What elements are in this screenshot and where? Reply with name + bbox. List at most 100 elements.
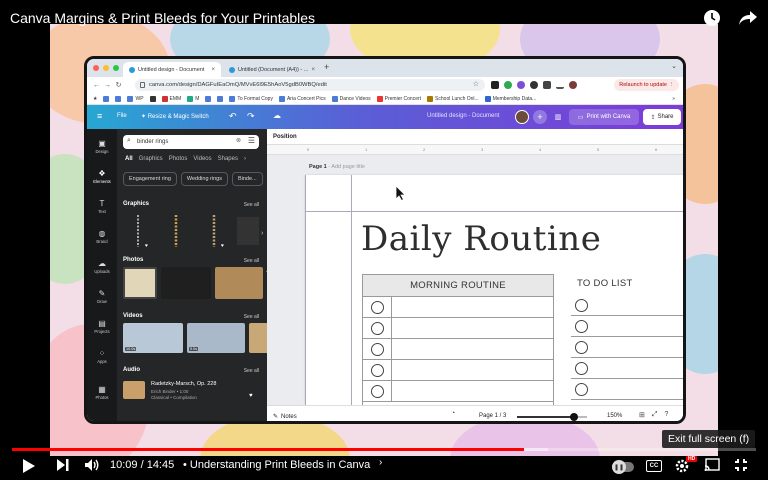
chip-engagement-ring[interactable]: Engagement ring <box>123 172 177 186</box>
relaunch-to-update-button[interactable]: Relaunch to update ⋮ <box>614 79 679 91</box>
rail-item-uploads[interactable]: ☁ Uploads <box>87 259 117 274</box>
binder-ring-graphic[interactable]: ♥ <box>199 213 229 249</box>
binder-ring-graphic[interactable]: ♥ <box>123 213 153 249</box>
youtube-player[interactable]: Canva Margins & Print Bleeds for Your Pr… <box>0 0 768 480</box>
photos-see-all-link[interactable]: See all <box>244 258 259 264</box>
chip-wedding-rings[interactable]: Wedding rings <box>180 172 228 186</box>
url-field[interactable]: canva.com/design/DAGFuIEaOmQ/MVvE6l9E5hA… <box>135 79 485 91</box>
bookmark[interactable] <box>205 95 212 102</box>
invite-plus-button[interactable]: + <box>533 110 547 124</box>
chapter-chevron-icon[interactable]: › <box>379 457 382 468</box>
exit-fullscreen-icon[interactable] <box>734 458 748 472</box>
photo-thumbnail[interactable] <box>161 267 211 299</box>
bookmark-star-icon[interactable]: ☆ <box>473 80 479 88</box>
resize-magic-switch-button[interactable]: ✦ Resize & Magic Switch <box>141 113 209 120</box>
design-title[interactable]: Untitled design - Document <box>427 113 499 119</box>
back-icon[interactable]: ← <box>91 82 102 89</box>
zoom-slider[interactable] <box>517 413 587 421</box>
morning-routine-table[interactable]: MORNING ROUTINE <box>362 274 554 414</box>
more-bookmarks-icon[interactable]: » <box>672 96 675 102</box>
autoplay-toggle[interactable]: ❚❚ <box>612 460 634 474</box>
bookmark[interactable]: School Lunch Onl... <box>427 95 479 102</box>
bookmark[interactable]: Dance Videos <box>331 95 371 102</box>
undo-icon[interactable]: ↶ <box>229 111 237 122</box>
zoom-level[interactable]: 150% <box>607 413 622 419</box>
watch-later-icon[interactable] <box>702 9 722 27</box>
photo-thumbnail[interactable] <box>215 267 263 299</box>
rail-item-photos[interactable]: ▦ Photos <box>87 385 117 400</box>
browser-tab[interactable]: Untitled (Document (A4)) - ... × <box>223 62 321 77</box>
new-tab-button[interactable]: + <box>324 62 329 72</box>
menu-icon[interactable]: ≡ <box>97 111 102 121</box>
rail-item-projects[interactable]: ▤ Projects <box>87 319 117 334</box>
reload-icon[interactable]: ↻ <box>113 81 124 89</box>
tab-all[interactable]: All <box>125 156 133 162</box>
print-with-canva-button[interactable]: ▭ Print with Canva <box>569 109 639 125</box>
redo-icon[interactable]: ↷ <box>247 111 255 122</box>
extension-icon[interactable] <box>504 81 512 89</box>
filter-icon[interactable]: ☰ <box>248 136 255 145</box>
audio-see-all-link[interactable]: See all <box>244 368 259 374</box>
zoom-slider-handle[interactable] <box>570 413 579 421</box>
bookmark[interactable]: Aria Concert Pics <box>278 95 326 102</box>
timer-icon[interactable]: ◔ <box>451 410 455 417</box>
browser-tab[interactable]: Untitled design - Document × <box>123 62 221 77</box>
chapter-title[interactable]: • Understanding Print Bleeds in Canva <box>183 459 370 471</box>
video-thumbnail[interactable] <box>249 323 267 353</box>
extension-icon[interactable] <box>491 81 499 89</box>
binder-ring-graphic[interactable]: › <box>237 213 267 249</box>
bookmark[interactable]: Membership Data... <box>484 95 536 102</box>
grid-view-icon[interactable]: ⊞ <box>639 411 645 419</box>
elements-search-input[interactable]: ⌕ binder rings ⊗ ☰ <box>123 135 259 149</box>
audio-title[interactable]: Radetzky-Marsch, Op. 228 <box>151 381 216 387</box>
rail-item-design[interactable]: ▣ Design <box>87 139 117 154</box>
page-label[interactable]: Page 1 - Add page title <box>309 164 365 170</box>
bookmark[interactable] <box>149 95 156 102</box>
bookmark[interactable]: Premier Concert <box>376 95 421 102</box>
profile-avatar[interactable] <box>569 81 577 89</box>
audio-thumbnail[interactable] <box>123 381 145 399</box>
page-count[interactable]: Page 1 / 3 <box>479 413 506 419</box>
clear-search-icon[interactable]: ⊗ <box>236 137 241 144</box>
fullscreen-icon[interactable]: ⤢ <box>652 411 658 419</box>
bookmark[interactable] <box>103 95 110 102</box>
insights-icon[interactable]: ▥ <box>551 110 565 124</box>
design-page[interactable]: Daily Routine MORNING ROUTINE TO DO LIST <box>305 175 683 414</box>
cloud-saved-icon[interactable]: ☁ <box>273 111 281 120</box>
binder-ring-graphic[interactable] <box>161 213 191 249</box>
chip-binder[interactable]: Binde... <box>231 172 263 186</box>
bookmark[interactable]: EMM <box>161 95 181 102</box>
favorite-heart-icon[interactable]: ♥ <box>249 393 253 399</box>
close-tab-icon[interactable]: × <box>211 67 215 73</box>
tab-shapes[interactable]: Shapes <box>218 156 238 162</box>
download-icon[interactable] <box>556 81 564 89</box>
help-icon[interactable]: ? <box>664 411 668 419</box>
extension-icon[interactable] <box>517 81 525 89</box>
avatar[interactable] <box>515 110 529 124</box>
close-window-dot[interactable] <box>93 65 99 71</box>
cast-icon[interactable] <box>704 458 720 472</box>
page-title-placeholder[interactable]: - Add page title <box>328 164 365 170</box>
extension-icon[interactable] <box>530 81 538 89</box>
bookmark[interactable] <box>115 95 122 102</box>
notes-button[interactable]: ✎ Notes <box>273 413 297 421</box>
photo-thumbnail[interactable] <box>123 267 157 299</box>
extension-icon[interactable] <box>543 81 551 89</box>
video-title[interactable]: Canva Margins & Print Bleeds for Your Pr… <box>10 10 315 26</box>
video-progress-bar[interactable] <box>12 448 756 451</box>
bookmark[interactable]: To Format Copy <box>229 95 273 102</box>
apps-bookmark-icon[interactable]: ★ <box>93 96 97 102</box>
next-icon[interactable] <box>56 458 70 472</box>
tab-graphics[interactable]: Graphics <box>139 156 163 162</box>
share-icon[interactable] <box>738 9 758 27</box>
to-do-list-header[interactable]: TO DO LIST <box>577 278 633 289</box>
video-thumbnail[interactable]: 10.0s <box>123 323 183 353</box>
tab-search-icon[interactable]: ⌄ <box>671 62 677 70</box>
tab-photos[interactable]: Photos <box>169 156 188 162</box>
position-button[interactable]: Position <box>273 134 297 140</box>
subtitles-button[interactable]: CC <box>646 460 662 472</box>
rail-item-elements[interactable]: ❖ Elements <box>87 169 117 184</box>
video-thumbnail[interactable]: 9.0s <box>187 323 245 353</box>
videos-see-all-link[interactable]: See all <box>244 314 259 320</box>
tab-videos[interactable]: Videos <box>193 156 211 162</box>
